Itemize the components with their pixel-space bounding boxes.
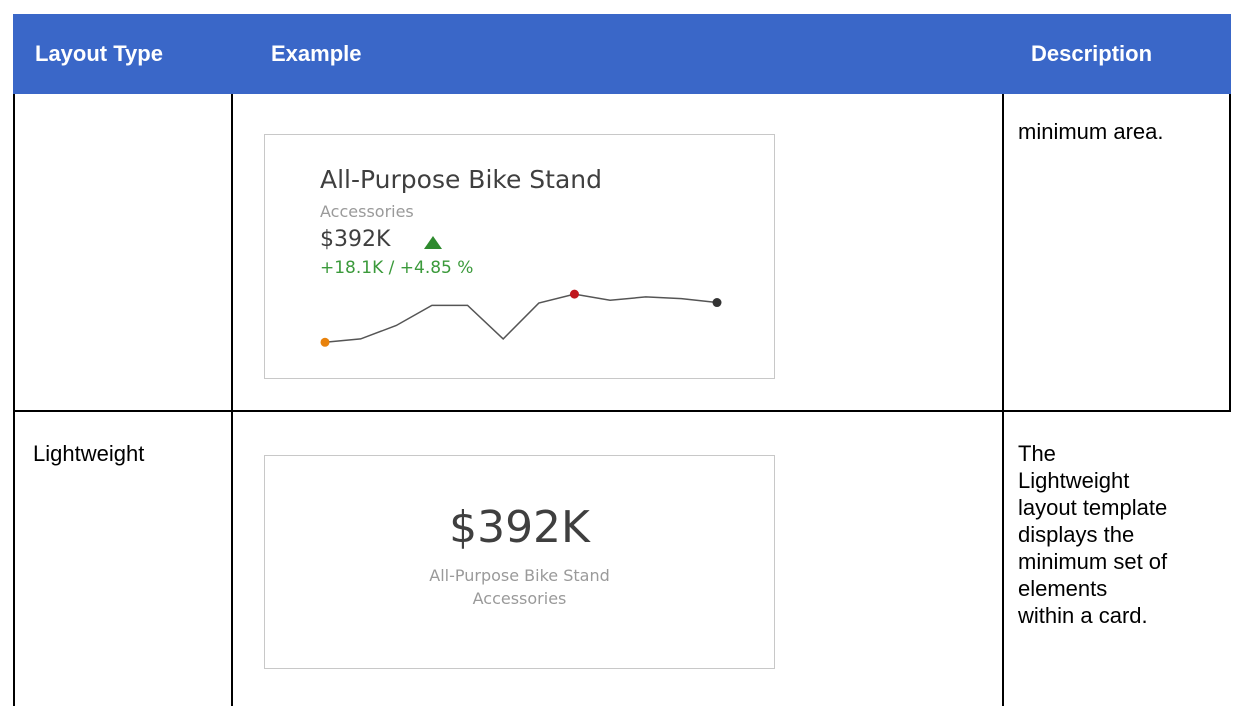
sparkline [320,289,722,347]
row1-description-line: minimum area. [1018,119,1164,144]
table-header: Layout Type Example Description [13,14,1231,94]
row2-description-line: minimum set of [1018,549,1168,574]
border-right [1229,94,1231,412]
column-divider-1 [231,94,233,706]
column-divider-2 [1002,94,1004,706]
row-divider [13,410,1231,412]
row2-description: The Lightweight layout template displays… [1018,440,1167,629]
row2-description-line: elements [1018,576,1108,601]
row2-description-line: within a card. [1018,603,1148,628]
row2-description-line: layout template [1018,495,1168,520]
row2-description-line: displays the [1018,522,1135,547]
card-title: All-Purpose Bike Stand [429,566,610,585]
sparkline-max-point [569,289,579,299]
header-example: Example [271,41,362,66]
card-example-compact: All-Purpose Bike Stand Accessories $392K… [264,134,775,379]
row2-description-line: The [1018,441,1056,466]
card-subtitle: Accessories [320,202,414,221]
row2-description-line: Lightweight [1018,468,1130,493]
row2-layout-type: Lightweight [33,441,145,466]
card-value: $392K [449,502,590,553]
sparkline-start-point [320,337,330,347]
sparkline-end-point [712,298,722,308]
card-title: All-Purpose Bike Stand [320,165,603,194]
header-layout-type: Layout Type [35,41,163,66]
sparkline-path [324,293,718,344]
triangle-up-icon [424,236,442,249]
card-example-lightweight: $392K All-Purpose Bike Stand Accessories [264,455,775,669]
card-value: $392K [320,227,391,252]
border-left [13,94,15,706]
header-description: Description [1031,41,1153,66]
card-subtitle: Accessories [472,589,567,608]
layout-table: Layout Type Example Description minimum … [0,0,1243,706]
row1-description: minimum area. [1018,118,1163,145]
card-delta: +18.1K / +4.85 % [320,258,474,278]
